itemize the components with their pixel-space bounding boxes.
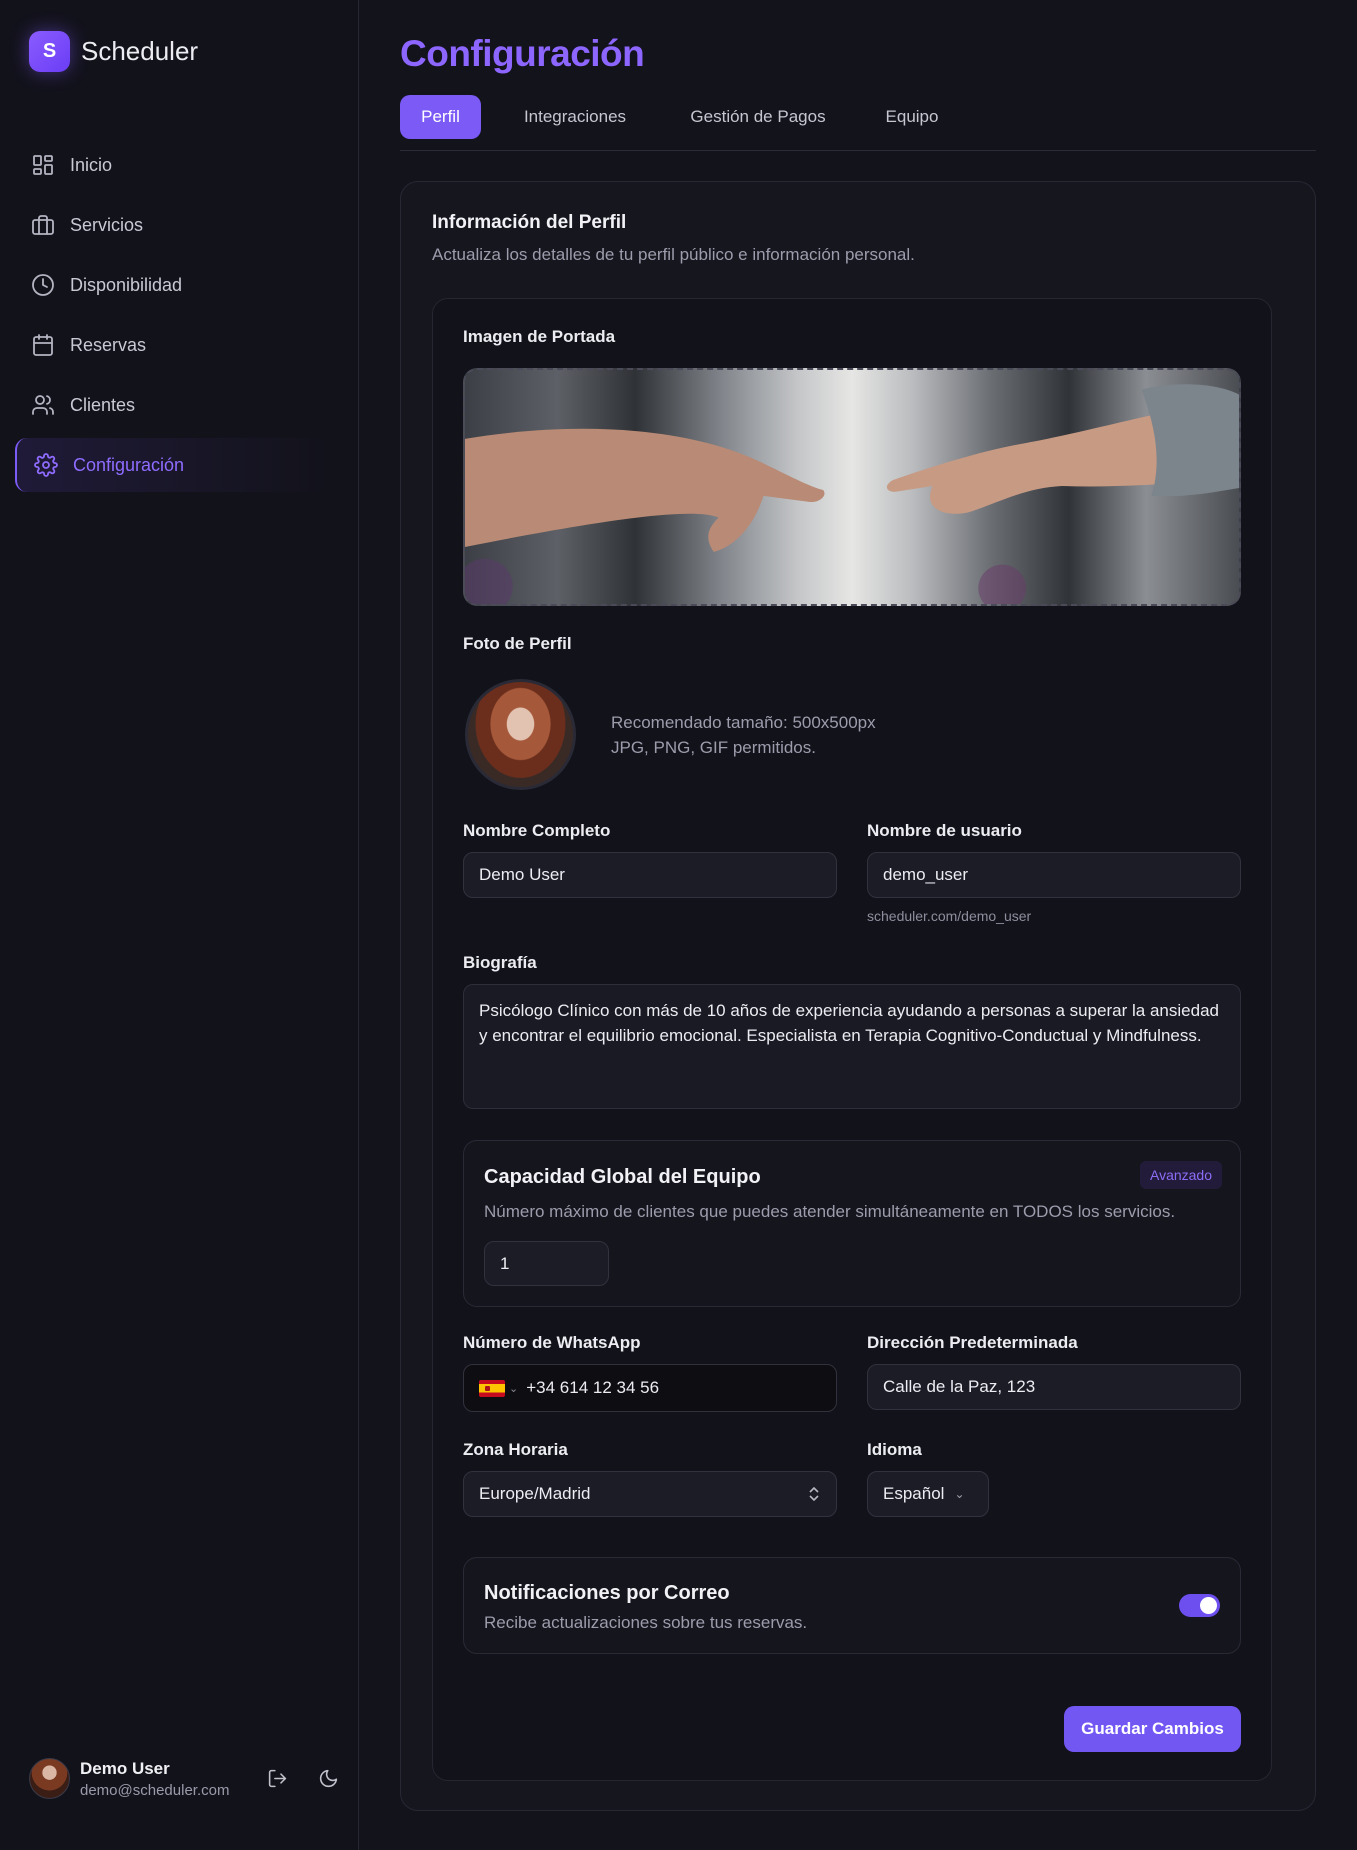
notifications-title: Notificaciones por Correo <box>484 1582 730 1604</box>
notifications-description: Recibe actualizaciones sobre tus reserva… <box>484 1613 808 1632</box>
clock-icon <box>30 272 56 298</box>
user-name: Demo User <box>80 1758 170 1778</box>
section-title: Información del Perfil <box>432 212 627 233</box>
photo-label: Foto de Perfil <box>463 634 572 653</box>
dashboard-icon <box>30 152 56 178</box>
username-input[interactable]: demo_user <box>867 852 1241 898</box>
advanced-badge: Avanzado <box>1139 1161 1222 1189</box>
briefcase-icon <box>30 212 56 238</box>
chevron-down-icon[interactable]: ⌄ <box>509 1382 518 1395</box>
avatar[interactable] <box>29 1758 70 1799</box>
sidebar-item-label: Reservas <box>70 334 147 355</box>
whatsapp-number: +34 614 12 34 56 <box>526 1378 660 1397</box>
sidebar-item-configuracion[interactable]: Configuración <box>15 438 328 492</box>
spain-flag-icon[interactable] <box>479 1379 505 1397</box>
timezone-value: Europe/Madrid <box>479 1484 591 1503</box>
sidebar-item-label: Servicios <box>70 214 144 235</box>
calendar-icon <box>30 332 56 358</box>
capacity-panel: Capacidad Global del Equipo Avanzado Núm… <box>463 1140 1241 1307</box>
chevron-down-icon: ⌄ <box>954 1487 965 1501</box>
sidebar-item-servicios[interactable]: Servicios <box>15 198 328 252</box>
photo-size-hint: Recomendado tamaño: 500x500px <box>611 713 876 732</box>
sidebar-item-label: Inicio <box>70 154 113 175</box>
capacity-input[interactable]: 1 <box>484 1241 609 1286</box>
profile-photo[interactable] <box>465 679 576 790</box>
profile-form: Imagen de Portada Foto de Perfil Recomen… <box>432 298 1272 1781</box>
logout-icon[interactable] <box>267 1768 288 1794</box>
bio-textarea[interactable]: Psicólogo Clínico con más de 10 años de … <box>463 984 1241 1109</box>
app-logo: S <box>29 31 70 72</box>
page-title: Configuración <box>400 33 645 74</box>
full-name-label: Nombre Completo <box>463 821 611 840</box>
save-button[interactable]: Guardar Cambios <box>1064 1706 1241 1752</box>
tab-integraciones[interactable]: Integraciones <box>505 95 645 139</box>
user-profile: Demo User demo@scheduler.com <box>29 1758 339 1799</box>
sidebar-item-inicio[interactable]: Inicio <box>15 138 328 192</box>
sidebar-item-reservas[interactable]: Reservas <box>15 318 328 372</box>
capacity-description: Número máximo de clientes que puedes ate… <box>484 1202 1176 1221</box>
full-name-input[interactable]: Demo User <box>463 852 837 898</box>
username-url-hint: scheduler.com/demo_user <box>867 908 1032 924</box>
user-info: Demo User demo@scheduler.com <box>80 1759 229 1799</box>
sidebar-item-label: Clientes <box>70 394 136 415</box>
tab-perfil[interactable]: Perfil <box>400 95 481 139</box>
tab-equipo[interactable]: Equipo <box>870 95 954 139</box>
language-value: Español <box>883 1484 945 1503</box>
select-arrows-icon <box>808 1485 820 1503</box>
address-label: Dirección Predeterminada <box>867 1333 1078 1352</box>
cover-image[interactable] <box>463 368 1241 606</box>
settings-tabs: Perfil Integraciones Gestión de Pagos Eq… <box>400 95 1316 151</box>
sidebar-item-clientes[interactable]: Clientes <box>15 378 328 432</box>
username-label: Nombre de usuario <box>867 821 1022 840</box>
address-input[interactable]: Calle de la Paz, 123 <box>867 1364 1241 1410</box>
language-label: Idioma <box>867 1440 922 1459</box>
whatsapp-label: Número de WhatsApp <box>463 1333 641 1352</box>
capacity-title: Capacidad Global del Equipo <box>484 1166 761 1188</box>
notifications-panel: Notificaciones por Correo Recibe actuali… <box>463 1557 1241 1654</box>
tab-gestion-pagos[interactable]: Gestión de Pagos <box>668 95 848 139</box>
gear-icon <box>33 452 59 478</box>
app-name: Scheduler <box>81 36 199 66</box>
photo-format-hint: JPG, PNG, GIF permitidos. <box>611 738 816 757</box>
sidebar-item-label: Disponibilidad <box>70 274 183 295</box>
timezone-label: Zona Horaria <box>463 1440 568 1459</box>
brand[interactable]: S Scheduler <box>29 31 198 72</box>
profile-card: Información del Perfil Actualiza los det… <box>400 181 1316 1811</box>
section-subtitle: Actualiza los detalles de tu perfil públ… <box>432 245 915 264</box>
sidebar-item-label: Configuración <box>73 454 185 475</box>
user-email: demo@scheduler.com <box>80 1781 230 1799</box>
cover-image-hands <box>465 384 1239 604</box>
sidebar: S Scheduler Inicio Servicios Disponibili… <box>0 0 359 1850</box>
whatsapp-input[interactable]: ⌄ +34 614 12 34 56 <box>463 1364 837 1412</box>
sidebar-nav: Inicio Servicios Disponibilidad Reservas… <box>15 138 328 498</box>
bio-label: Biografía <box>463 953 537 972</box>
users-icon <box>30 392 56 418</box>
cover-label: Imagen de Portada <box>463 327 616 346</box>
sidebar-item-disponibilidad[interactable]: Disponibilidad <box>15 258 328 312</box>
moon-icon[interactable] <box>318 1768 339 1794</box>
language-select[interactable]: Español ⌄ <box>867 1471 989 1517</box>
notifications-toggle[interactable] <box>1179 1594 1220 1617</box>
timezone-select[interactable]: Europe/Madrid <box>463 1471 837 1517</box>
user-actions <box>267 1768 339 1794</box>
